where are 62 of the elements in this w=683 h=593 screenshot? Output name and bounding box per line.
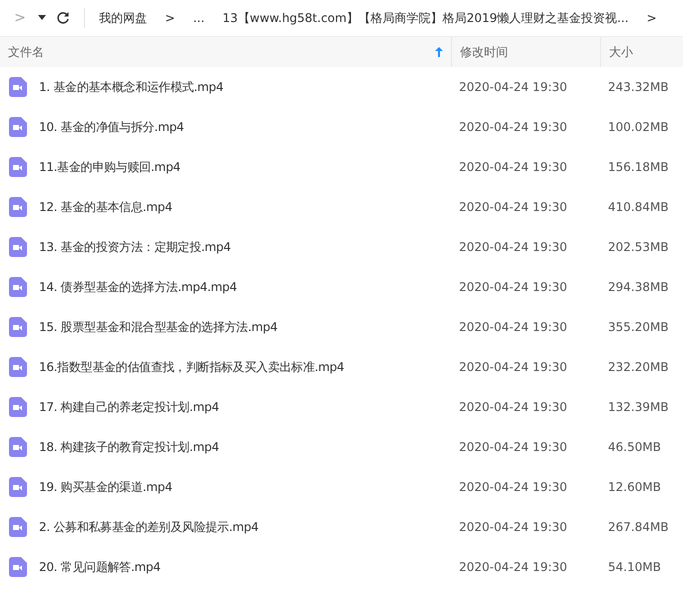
video-file-icon xyxy=(9,357,27,377)
file-size: 12.60MB xyxy=(607,480,662,494)
file-size: 243.32MB xyxy=(607,80,670,94)
file-size: 46.50MB xyxy=(607,440,662,454)
video-file-icon xyxy=(9,77,27,97)
modified-time: 2020-04-24 19:30 xyxy=(458,480,568,494)
video-file-icon xyxy=(9,237,27,257)
modified-time: 2020-04-24 19:30 xyxy=(458,120,568,134)
modified-time: 2020-04-24 19:30 xyxy=(458,360,568,374)
modified-time: 2020-04-24 19:30 xyxy=(458,200,568,214)
modified-time: 2020-04-24 19:30 xyxy=(458,240,568,254)
file-size: 267.84MB xyxy=(607,520,670,534)
file-name[interactable]: 16.指数型基金的估值查找，判断指标及买入卖出标准.mp4 xyxy=(39,358,344,376)
file-size: 100.02MB xyxy=(607,120,670,134)
video-file-icon xyxy=(9,317,27,337)
file-name[interactable]: 19. 购买基金的渠道.mp4 xyxy=(39,478,172,496)
file-name[interactable]: 14. 债券型基金的选择方法.mp4.mp4 xyxy=(39,278,237,296)
video-file-icon xyxy=(9,397,27,417)
refresh-icon[interactable] xyxy=(56,11,70,25)
file-name[interactable]: 15. 股票型基金和混合型基金的选择方法.mp4 xyxy=(39,318,278,336)
video-file-icon xyxy=(9,437,27,457)
breadcrumb-separator[interactable]: > xyxy=(165,11,176,25)
modified-time: 2020-04-24 19:30 xyxy=(458,560,568,574)
video-file-icon xyxy=(9,157,27,177)
video-file-icon xyxy=(9,197,27,217)
file-name[interactable]: 2. 公募和私募基金的差别及风险提示.mp4 xyxy=(39,518,258,536)
column-header[interactable]: 大小 xyxy=(600,37,683,67)
file-name[interactable]: 18. 构建孩子的教育定投计划.mp4 xyxy=(39,438,219,456)
column-header[interactable]: 文件名 xyxy=(0,37,451,67)
video-file-icon xyxy=(9,117,27,137)
file-name[interactable]: 12. 基金的基本信息.mp4 xyxy=(39,198,172,216)
file-size: 355.20MB xyxy=(607,320,670,334)
file-size: 410.84MB xyxy=(607,200,670,214)
video-file-icon xyxy=(9,477,27,497)
file-size: 232.20MB xyxy=(607,360,670,374)
breadcrumb[interactable]: ... xyxy=(193,11,205,25)
file-name[interactable]: 11.基金的申购与赎回.mp4 xyxy=(39,158,180,176)
file-name[interactable]: 1. 基金的基本概念和运作模式.mp4 xyxy=(39,78,224,96)
breadcrumb[interactable]: 我的网盘 xyxy=(99,10,147,26)
file-name[interactable]: 13. 基金的投资方法：定期定投.mp4 xyxy=(39,238,231,256)
file-size: 54.10MB xyxy=(607,560,662,574)
dropdown-icon[interactable] xyxy=(38,15,46,21)
file-name[interactable]: 17. 构建自己的养老定投计划.mp4 xyxy=(39,398,219,416)
file-size: 156.18MB xyxy=(607,160,670,174)
modified-time: 2020-04-24 19:30 xyxy=(458,440,568,454)
video-file-icon xyxy=(9,517,27,537)
file-size: 294.38MB xyxy=(607,280,670,294)
column-header[interactable]: 修改时间 xyxy=(451,37,600,67)
modified-time: 2020-04-24 19:30 xyxy=(458,160,568,174)
modified-time: 2020-04-24 19:30 xyxy=(458,400,568,414)
breadcrumb[interactable]: 13【www.hg58t.com】【格局商学院】格局2019懒人理财之基金投资视... xyxy=(222,10,629,26)
modified-time: 2020-04-24 19:30 xyxy=(458,320,568,334)
file-name[interactable]: 10. 基金的净值与拆分.mp4 xyxy=(39,118,184,136)
video-file-icon xyxy=(9,277,27,297)
file-size: 132.39MB xyxy=(607,400,670,414)
modified-time: 2020-04-24 19:30 xyxy=(458,280,568,294)
modified-time: 2020-04-24 19:30 xyxy=(458,80,568,94)
modified-time: 2020-04-24 19:30 xyxy=(458,520,568,534)
file-name[interactable]: 20. 常见问题解答.mp4 xyxy=(39,558,160,576)
file-size: 202.53MB xyxy=(607,240,670,254)
video-file-icon xyxy=(9,557,27,577)
breadcrumb[interactable]: > xyxy=(646,11,657,25)
